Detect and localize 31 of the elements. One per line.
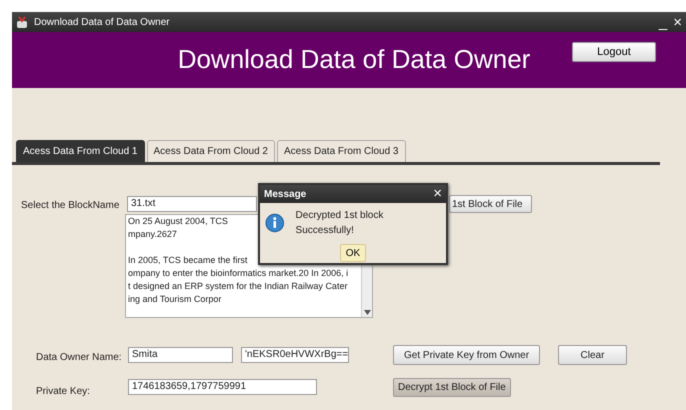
field-label: Data Owner Name: <box>36 351 122 365</box>
ok-button[interactable]: OK <box>340 244 366 262</box>
text-line: t designed an ERP system for the Indian Railway Cater <box>128 280 348 293</box>
close-button[interactable]: × <box>433 182 442 206</box>
window-title: Download Data of Data Owner <box>34 16 170 30</box>
text-line: ing and Tourism Corpor <box>128 293 222 306</box>
scroll-down-icon[interactable] <box>364 310 370 315</box>
field-label: Select the BlockName <box>21 199 120 213</box>
decrypt-block-button[interactable]: 1st Block of File <box>449 195 532 213</box>
owner-code-field[interactable]: 'nEKSR0eHVWXrBg== <box>241 347 349 363</box>
owner-name-field[interactable]: Smita <box>128 347 233 363</box>
block-name-dropdown[interactable]: 31.txt <box>127 196 257 212</box>
close-button[interactable]: × <box>673 14 682 30</box>
tab[interactable]: Acess Data From Cloud 2 <box>146 140 275 162</box>
info-icon <box>265 213 285 233</box>
text-line: mpany.2627 <box>128 228 177 241</box>
private-key-field[interactable]: 1746183659,1797759991 <box>128 379 317 395</box>
page-title: Download Data of Data Owner <box>178 44 530 76</box>
app-icon <box>16 16 28 28</box>
tab[interactable]: Acess Data From Cloud 3 <box>277 140 406 162</box>
text-line: In 2005, TCS became the first <box>128 254 248 267</box>
decrypt-button[interactable]: Decrypt 1st Block of File <box>393 378 511 397</box>
field-label: Private Key: <box>36 385 90 399</box>
dialog-title: Message <box>264 188 306 202</box>
logout-button[interactable]: Logout <box>572 42 656 62</box>
text-line: ompany to enter the bioinformatics market.20 In 2006, i <box>128 267 348 280</box>
tab[interactable]: Acess Data From Cloud 1 <box>16 140 144 162</box>
text-line: On 25 August 2004, TCS <box>128 215 228 228</box>
get-private-key-button[interactable]: Get Private Key from Owner <box>393 345 540 365</box>
clear-button[interactable]: Clear <box>558 345 627 365</box>
minimize-button[interactable]: _ <box>658 14 668 30</box>
